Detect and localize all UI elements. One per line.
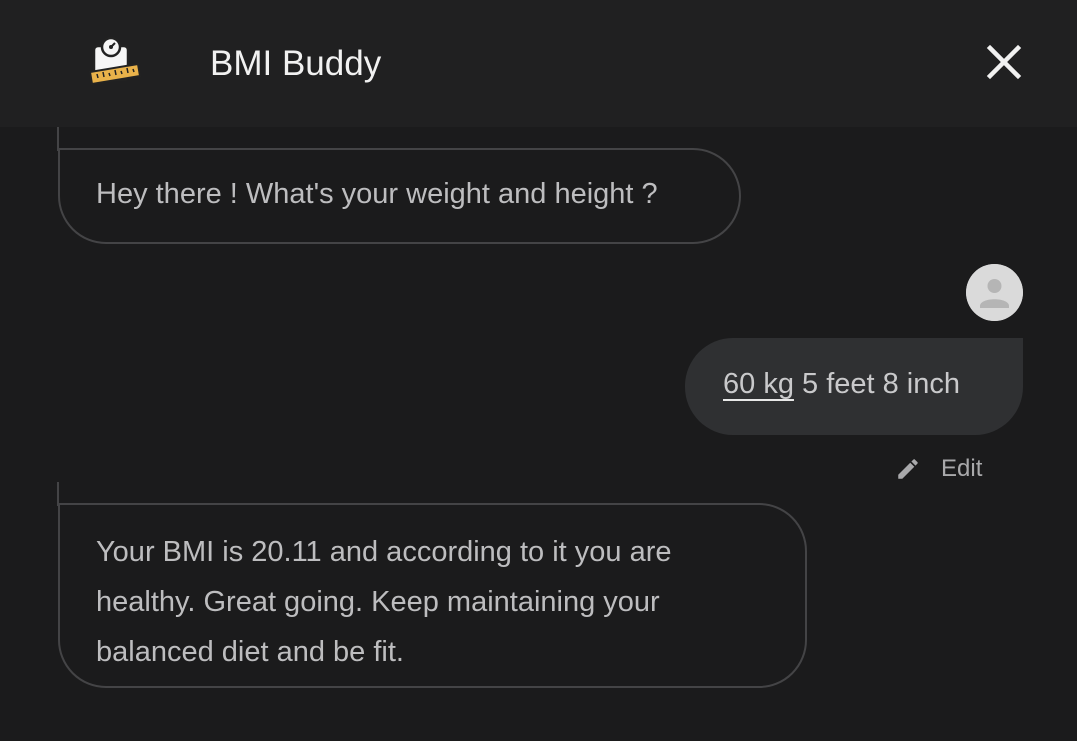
bot-message-text: Your BMI is 20.11 and according to it yo… (96, 536, 672, 668)
edit-label: Edit (941, 455, 983, 482)
bot-message: Hey there ! What's your weight and heigh… (58, 148, 741, 244)
person-avatar-icon (966, 264, 1023, 321)
bot-message-text: Hey there ! What's your weight and heigh… (96, 178, 658, 210)
pencil-icon (898, 459, 918, 479)
weighing-scale-tape-icon (88, 36, 142, 86)
edit-button[interactable]: Edit (895, 452, 982, 486)
user-message-weight[interactable]: 60 kg (723, 368, 794, 400)
close-icon[interactable] (980, 38, 1028, 86)
user-message-height: 5 feet 8 inch (793, 368, 961, 400)
app-header: BMI Buddy (0, 0, 1077, 127)
app-title: BMI Buddy (210, 44, 382, 83)
bot-message: Your BMI is 20.11 and according to it yo… (58, 503, 807, 688)
user-message: 60 kg 5 feet 8 inch (685, 338, 1023, 435)
